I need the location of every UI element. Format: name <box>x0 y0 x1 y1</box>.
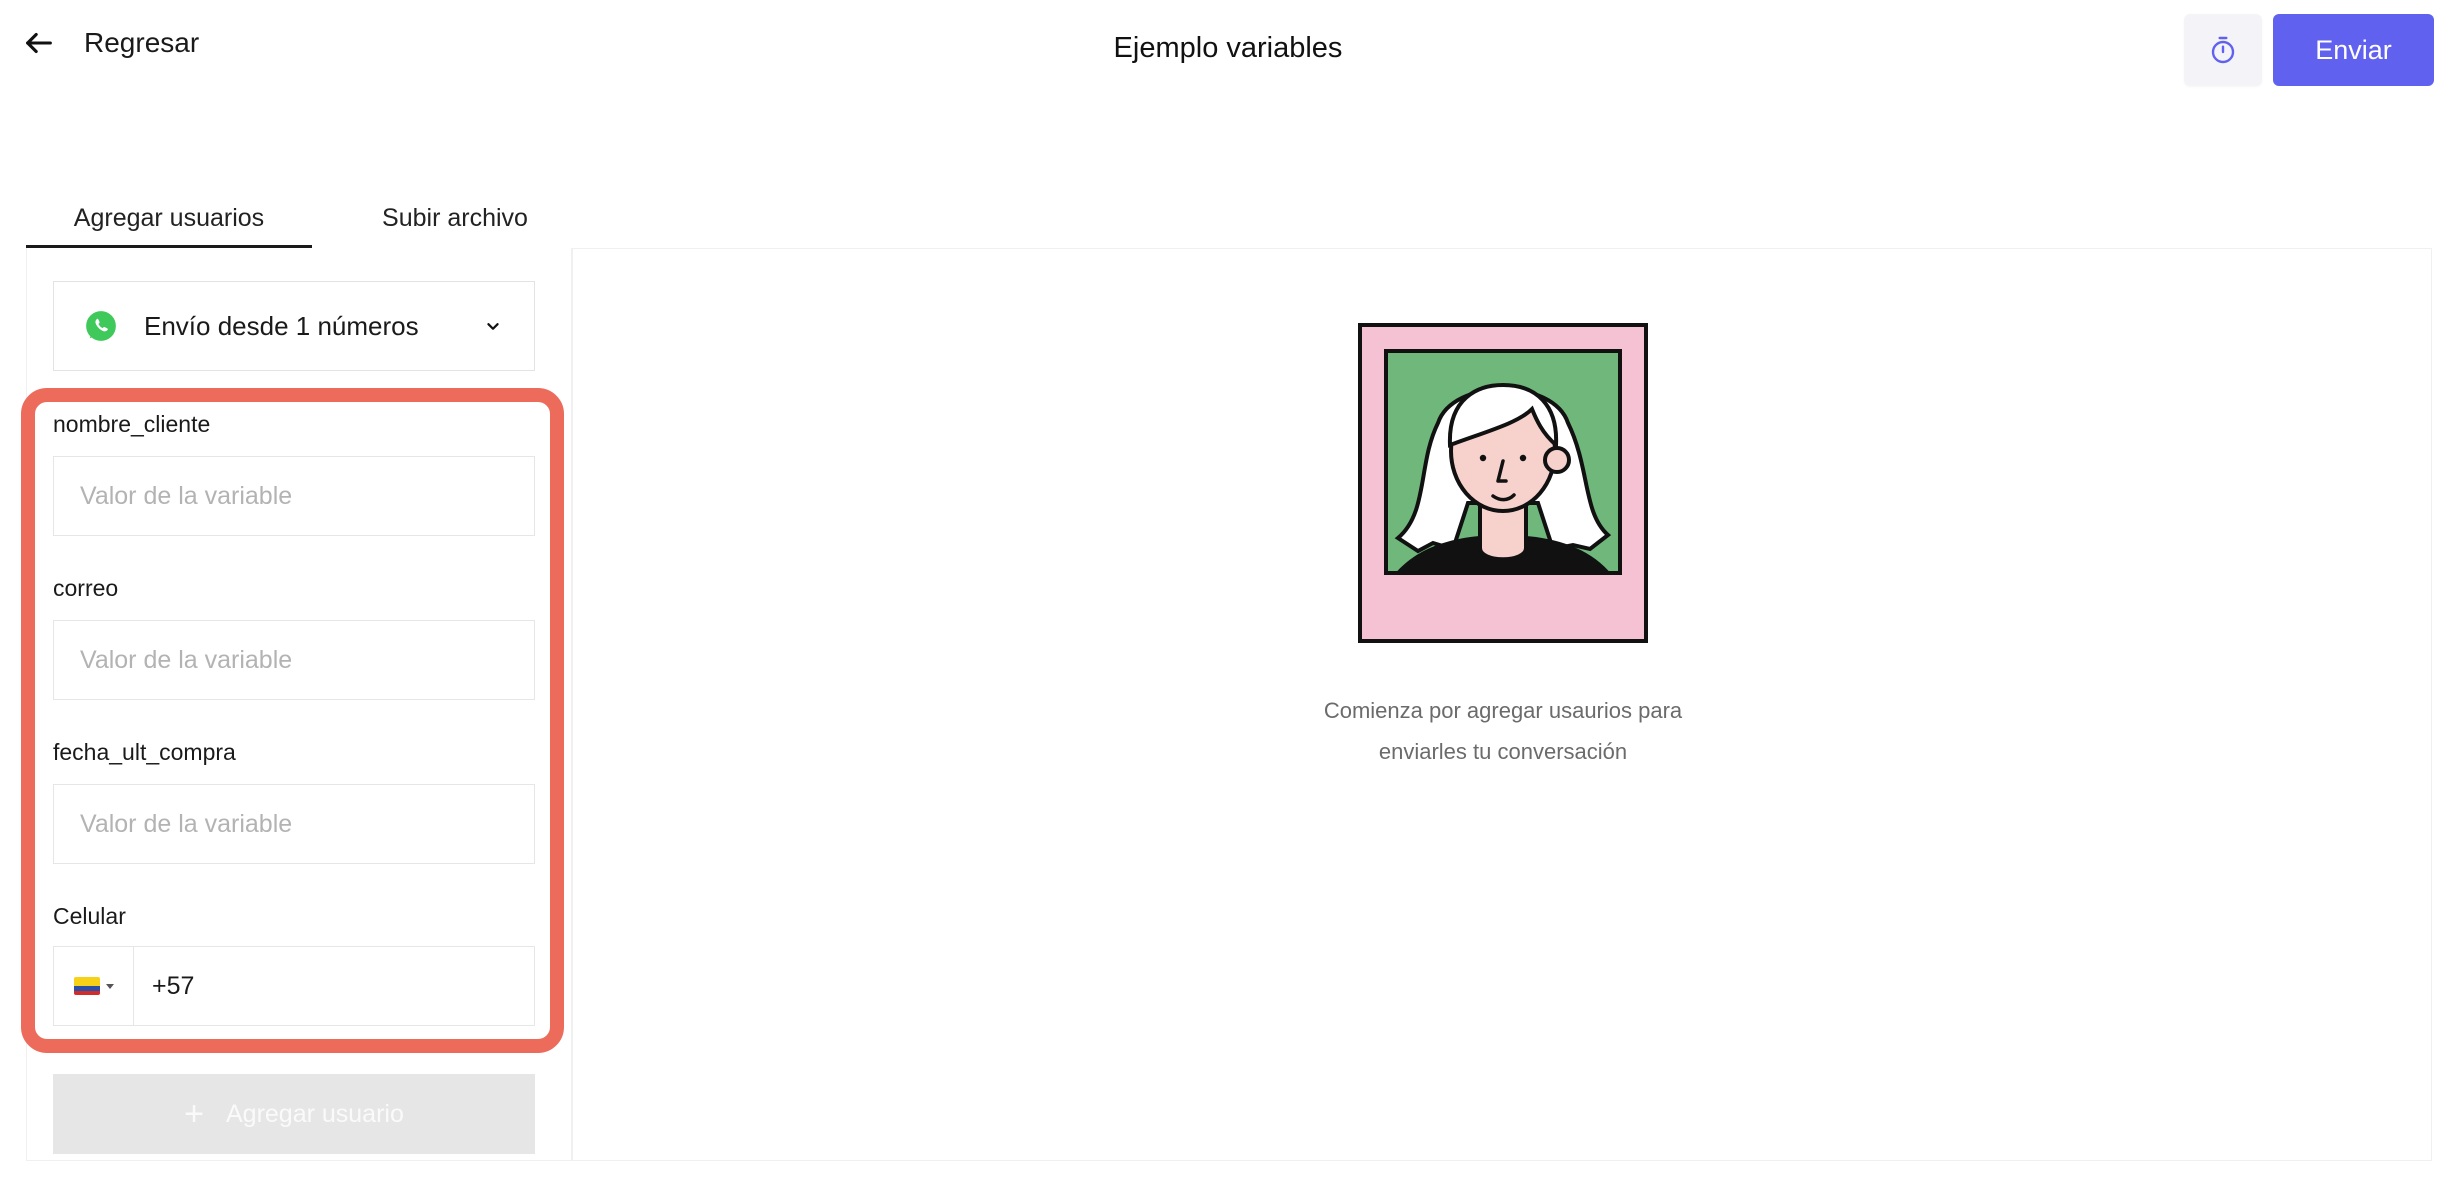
phone-field <box>53 946 535 1026</box>
page-title: Ejemplo variables <box>1113 32 1343 64</box>
send-button[interactable]: Enviar <box>2273 14 2434 86</box>
field-label-correo: correo <box>53 575 119 601</box>
tab-upload-file[interactable]: Subir archivo <box>312 196 598 248</box>
correo-input[interactable] <box>53 620 535 700</box>
empty-state-illustration <box>1358 323 1648 643</box>
plus-icon: + <box>184 1095 204 1133</box>
schedule-button[interactable] <box>2184 14 2262 86</box>
country-code-select[interactable] <box>54 947 134 1025</box>
sender-number-select[interactable]: Envío desde 1 números <box>53 281 535 371</box>
add-users-form: Envío desde 1 números nombre_cliente cor… <box>21 248 572 1161</box>
chevron-down-icon <box>487 323 499 330</box>
app-screen: Regresar Ejemplo variables Enviar Agrega… <box>0 0 2456 1198</box>
colombia-flag-icon <box>73 977 100 995</box>
add-user-label: Agregar usuario <box>225 1099 404 1128</box>
field-label-celular: Celular <box>53 903 126 929</box>
caret-down-icon <box>105 983 114 989</box>
add-user-button[interactable]: + Agregar usuario <box>53 1074 535 1154</box>
whatsapp-icon <box>86 311 116 341</box>
phone-number-input[interactable] <box>134 947 534 1025</box>
field-label-fecha-ult-compra: fecha_ult_compra <box>53 739 236 765</box>
empty-state-line-1: Comienza por agregar usaurios para <box>1323 698 1683 723</box>
stopwatch-icon <box>2211 36 2235 64</box>
fecha-ult-compra-input[interactable] <box>53 784 535 864</box>
tab-add-users[interactable]: Agregar usuarios <box>26 196 312 248</box>
empty-state-message: Comienza por agregar usaurios para envia… <box>1256 690 1750 772</box>
sender-select-label: Envío desde 1 números <box>144 310 419 341</box>
field-label-nombre-cliente: nombre_cliente <box>53 411 211 437</box>
tab-bar: Agregar usuarios Subir archivo <box>26 196 598 248</box>
empty-state-line-2: enviarles tu conversación <box>1378 739 1628 764</box>
nombre-cliente-input[interactable] <box>53 456 535 536</box>
